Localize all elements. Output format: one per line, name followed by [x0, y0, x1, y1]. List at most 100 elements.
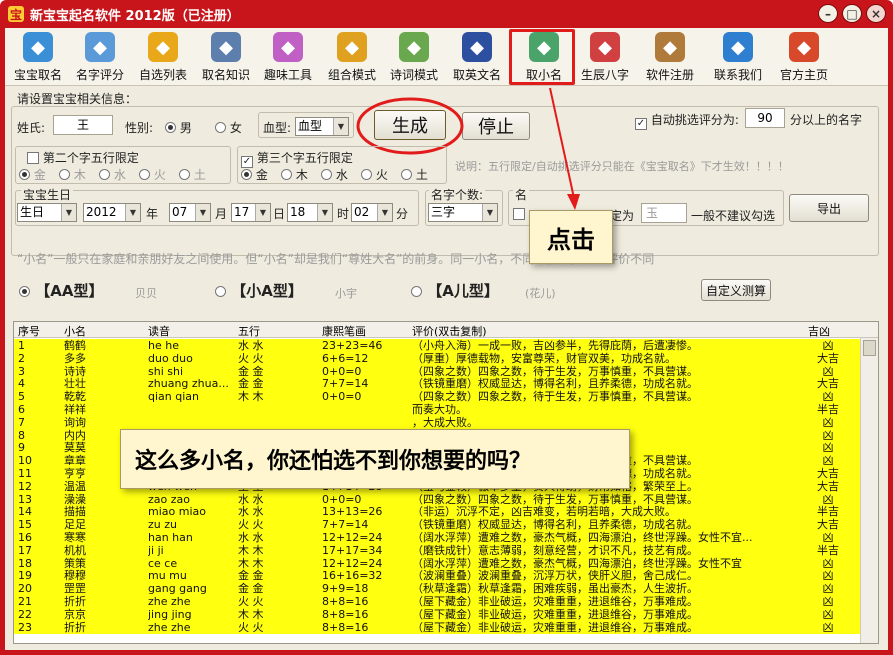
minute-value: 02	[354, 205, 370, 219]
element-radio-1[interactable]: 金	[19, 166, 46, 183]
year-select[interactable]: 2012 ▼	[83, 203, 141, 222]
element-radio-3[interactable]: 水	[99, 166, 126, 183]
vertical-scrollbar[interactable]	[860, 338, 878, 643]
minimize-button[interactable]: –	[818, 4, 838, 23]
hour-select[interactable]: 18 ▼	[287, 203, 333, 222]
export-button[interactable]: 导出	[789, 194, 869, 222]
custom-calc-button[interactable]: 自定义测算	[701, 279, 771, 301]
table-row[interactable]: 3 诗诗 shi shi 金 金 0+0=0 （四象之数）四象之数，待于生发，万事慎重，不…	[14, 364, 860, 378]
fixed-char-checkbox[interactable]	[513, 207, 525, 221]
column-header[interactable]: 五行	[238, 323, 260, 339]
table-cell: han han	[148, 531, 193, 544]
toolbar-button-13[interactable]: ◆ 官方主页	[772, 30, 836, 84]
column-header[interactable]: 序号	[18, 323, 40, 339]
table-row[interactable]: 5 乾乾 qian qian 木 木 0+0=0 （四象之数）四象之数，待于生发，万事慎重…	[14, 390, 860, 404]
month-select[interactable]: 07 ▼	[169, 203, 211, 222]
table-row[interactable]: 2 多多 duo duo 火 火 6+6=12 （厚重）厚德载物，安富尊荣，财官双美，功成…	[14, 351, 860, 365]
toolbar-button-3[interactable]: ◆ 自选列表	[133, 30, 193, 84]
second-char-checkbox[interactable]: 第二个字五行限定	[27, 149, 139, 166]
element-label: 火	[153, 168, 166, 182]
table-cell: （铁镜重磨）权威显达，博得名利，且养柔德，功成名就。	[412, 518, 698, 532]
table-cell: 凶	[822, 607, 834, 621]
table-cell: 金 金	[238, 377, 264, 391]
table-row[interactable]: 18 策策 ce ce 木 木 12+12=24 （阔水浮萍）遭难之数，豪杰气概，四海漂泊…	[14, 556, 860, 570]
column-header[interactable]: 吉凶	[808, 323, 830, 339]
element-note: 说明：五行限定/自动挑选评分只能在《宝宝取名》下才生效！！！！	[455, 160, 789, 173]
element-radio-2[interactable]: 木	[59, 166, 86, 183]
type-aer-radio[interactable]: 【A儿型】	[411, 280, 499, 301]
table-row[interactable]: 22 京京 jing jing 木 木 8+8=16 （屋下藏金）非业破运，灾难重重，进退…	[14, 607, 860, 621]
table-cell: shi shi	[148, 364, 184, 378]
day-value: 17	[234, 205, 250, 219]
toolbar-button-2[interactable]: ◆ 名字评分	[69, 30, 131, 84]
element-radio-5[interactable]: 土	[401, 166, 428, 183]
element-label: 水	[335, 168, 348, 182]
surname-input[interactable]: 王	[53, 115, 113, 135]
gear-icon: ◆	[273, 32, 303, 62]
type-aa-radio[interactable]: 【AA型】	[19, 280, 103, 301]
scroll-thumb[interactable]	[863, 340, 876, 356]
element-radio-3[interactable]: 水	[321, 166, 348, 183]
year-value: 2012	[86, 205, 117, 219]
column-header[interactable]: 评价(双击复制)	[412, 323, 487, 339]
toolbar-button-5[interactable]: ◆ 趣味工具	[257, 30, 319, 84]
toolbar-button-11[interactable]: ◆ 软件注册	[637, 30, 703, 84]
fixed-char-input[interactable]: 玉	[641, 203, 687, 223]
day-select[interactable]: 17 ▼	[231, 203, 271, 222]
element-radio-4[interactable]: 火	[361, 166, 388, 183]
contact-icon: ◆	[723, 32, 753, 62]
table-cell: 17	[18, 543, 32, 557]
blood-type-select[interactable]: 血型 ▼	[295, 117, 349, 136]
table-row[interactable]: 15 足足 zu zu 火 火 7+7=14 （铁镜重磨）权威显达，博得名利，且养柔德，功…	[14, 518, 860, 532]
table-row[interactable]: 19 穆穆 mu mu 金 金 16+16=32 （波澜重叠）波澜重叠，沉浮万状，侠肝义胆…	[14, 569, 860, 583]
name-count-select[interactable]: 三字 ▼	[428, 203, 498, 222]
stop-button[interactable]: 停止	[462, 112, 530, 140]
birth-type-select[interactable]: 生日 ▼	[17, 203, 77, 222]
table-row[interactable]: 4 壮壮 zhuang zhua... 金 金 7+7=14 （铁镜重磨）权威显达，博得名…	[14, 377, 860, 391]
table-cell: mu mu	[148, 569, 187, 583]
gender-male-radio[interactable]: 男	[165, 119, 192, 136]
table-row[interactable]: 16 寒寒 han han 水 水 12+12=24 （阔水浮萍）遭难之数，豪杰气概，四海…	[14, 531, 860, 544]
table-row[interactable]: 6 祥祥 而奏大功。 半吉	[14, 403, 860, 416]
table-row[interactable]: 14 描描 miao miao 水 水 13+13=26 （非运）沉浮不定，凶吉难变，若明…	[14, 505, 860, 519]
table-cell: 4	[18, 377, 25, 391]
element-radio-1[interactable]: 金	[241, 166, 268, 183]
table-cell: 19	[18, 569, 32, 583]
toolbar-button-10[interactable]: ◆ 生辰八字	[575, 30, 635, 84]
table-cell: ji ji	[148, 543, 164, 557]
toolbar-button-7[interactable]: ◆ 诗词模式	[384, 30, 444, 84]
table-cell: 17+17=34	[322, 543, 383, 557]
table-row[interactable]: 1 鹤鹤 he he 水 水 23+23=46 （小舟入海）一成一败，吉凶参半，先得庇荫，…	[14, 339, 860, 352]
type-xa-radio[interactable]: 【小A型】	[215, 280, 303, 301]
table-cell: 机机	[64, 543, 86, 557]
toolbar-button-8[interactable]: ◆ 取英文名	[447, 30, 507, 84]
auto-score-input[interactable]: 90	[745, 108, 785, 128]
close-button[interactable]: ×	[866, 4, 886, 23]
toolbar-button-6[interactable]: ◆ 组合模式	[322, 30, 382, 84]
element-radio-4[interactable]: 火	[139, 166, 166, 183]
score-icon: ◆	[85, 32, 115, 62]
column-header[interactable]: 小名	[64, 323, 86, 339]
gender-female-radio[interactable]: 女	[215, 119, 242, 136]
type-xa-example: 小宇	[335, 287, 357, 300]
toolbar-button-1[interactable]: ◆ 宝宝取名	[7, 30, 69, 84]
column-header[interactable]: 读音	[148, 323, 170, 339]
minute-select[interactable]: 02 ▼	[351, 203, 393, 222]
toolbar-button-4[interactable]: ◆ 取名知识	[196, 30, 256, 84]
toolbar-button-12[interactable]: ◆ 联系我们	[708, 30, 768, 84]
element-radio-2[interactable]: 木	[281, 166, 308, 183]
table-row[interactable]: 7 询询 ，大成大败。 凶	[14, 415, 860, 429]
table-row[interactable]: 20 罡罡 gang gang 金 金 9+9=18 （秋草逢霜）秋草逢霜，困难疾弱，虽出…	[14, 582, 860, 596]
blood-type-value: 血型	[298, 119, 323, 133]
table-row[interactable]: 21 折折 zhe zhe 火 火 8+8=16 （屋下藏金）非业破运，灾难重重，进退维谷…	[14, 595, 860, 608]
auto-pick-checkbox[interactable]: ✓ 自动挑选评分为:	[635, 111, 739, 130]
table-row[interactable]: 13 澡澡 zao zao 水 水 0+0=0 （四象之数）四象之数，待于生发，万事慎重，…	[14, 492, 860, 506]
table-row[interactable]: 17 机机 ji ji 木 木 17+17=34 （磨铁成针）意志薄弱，刻意经营，才识不凡…	[14, 543, 860, 557]
element-radio-5[interactable]: 土	[179, 166, 206, 183]
table-row[interactable]: 23 折折 zhe zhe 火 火 8+8=16 （屋下藏金）非业破运，灾难重重，进退维谷…	[14, 620, 860, 634]
table-cell: 12+12=24	[322, 531, 383, 544]
column-header[interactable]: 康熙笔画	[322, 323, 366, 339]
table-cell: zhuang zhua...	[148, 377, 229, 391]
maximize-button[interactable]: □	[842, 4, 862, 23]
table-cell: miao miao	[148, 505, 206, 519]
